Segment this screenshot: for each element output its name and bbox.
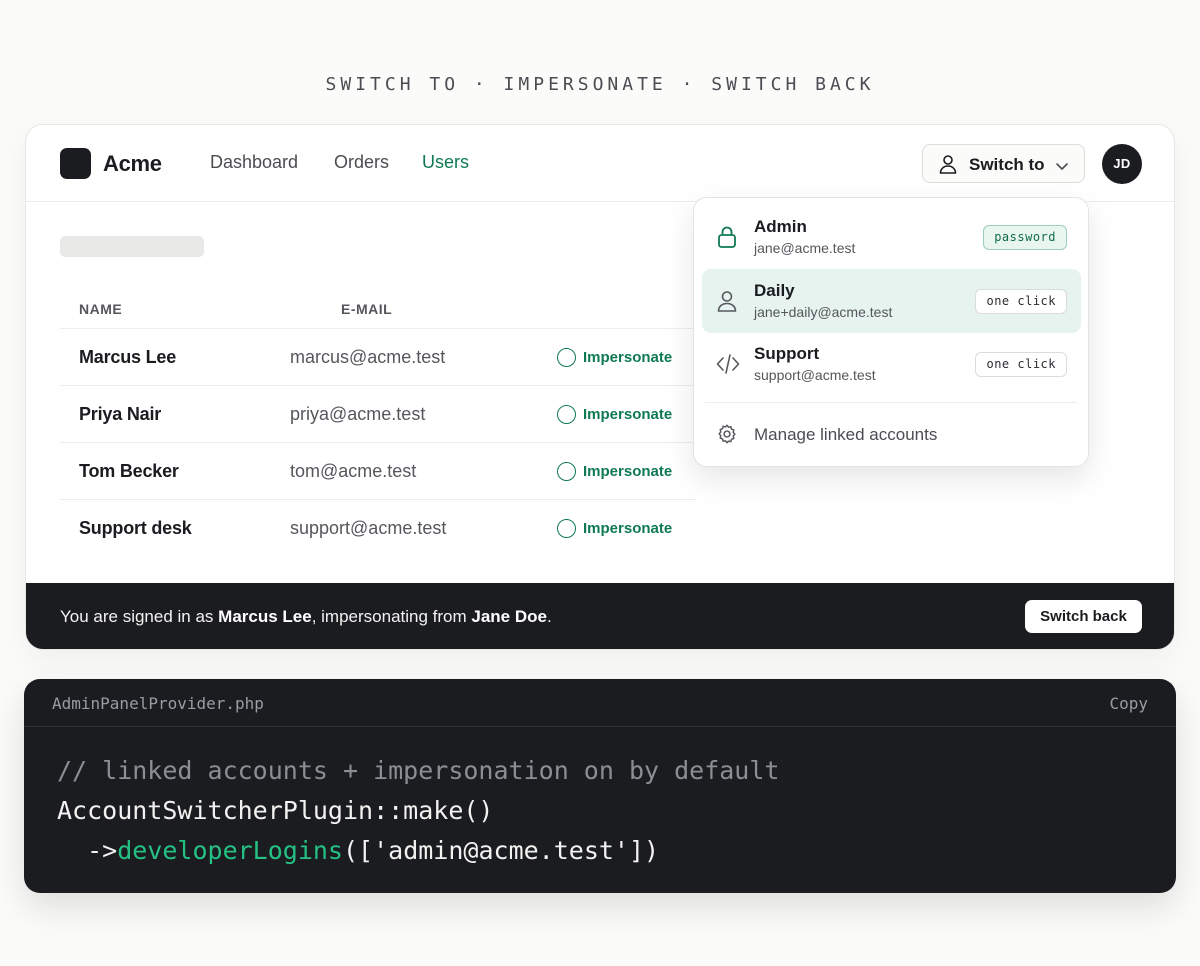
code-line-3: ->developerLogins(['admin@acme.test']) <box>57 831 779 871</box>
account-title: Admin <box>754 217 807 236</box>
banner-suffix: . <box>546 607 552 626</box>
code-icon <box>716 352 740 381</box>
top-navbar: Acme Dashboard Orders Users Switch to JD <box>26 125 1174 202</box>
code-line-1: // linked accounts + impersonation on by… <box>57 756 780 785</box>
code-filename: AdminPanelProvider.php <box>52 694 264 713</box>
account-title: Daily <box>754 281 795 300</box>
user-icon <box>716 289 738 318</box>
banner-prefix: You are signed in as <box>60 607 219 626</box>
user-name: Support desk <box>79 518 192 538</box>
user-email: tom@acme.test <box>290 461 417 481</box>
page-caption: SWITCH TO · IMPERSONATE · SWITCH BACK <box>325 74 875 95</box>
switch-to-dropdown: Admin jane@acme.test password Daily jane… <box>693 197 1089 467</box>
chevron-down-icon <box>1055 158 1069 176</box>
nav-orders[interactable]: Orders <box>334 152 389 173</box>
copy-button[interactable]: Copy <box>1109 694 1148 713</box>
code-arrow: -> <box>57 836 118 865</box>
circle-icon <box>557 462 576 481</box>
circle-icon <box>557 405 576 424</box>
code-header: AdminPanelProvider.php Copy <box>24 679 1176 727</box>
banner-origin: Jane Doe <box>471 607 547 626</box>
impersonate-label: Impersonate <box>583 520 673 537</box>
circle-icon <box>557 519 576 538</box>
skeleton-placeholder <box>60 236 204 257</box>
column-header-name: NAME <box>79 301 123 317</box>
user-email: priya@acme.test <box>290 404 426 424</box>
column-header-email: E-MAIL <box>341 301 393 317</box>
code-body: // linked accounts + impersonation on by… <box>57 751 779 871</box>
user-email: support@acme.test <box>290 518 447 538</box>
nav-dashboard[interactable]: Dashboard <box>210 152 298 173</box>
auth-badge: one click <box>975 352 1067 377</box>
gear-icon <box>716 423 738 450</box>
user-name: Tom Becker <box>79 461 179 481</box>
code-snippet: AdminPanelProvider.php Copy // linked ac… <box>24 679 1176 893</box>
brand-name: Acme <box>103 151 162 176</box>
table-row: Tom Becker tom@acme.test Impersonate <box>60 443 696 500</box>
account-title: Support <box>754 344 820 363</box>
account-item-admin[interactable]: Admin jane@acme.test password <box>702 205 1081 269</box>
user-icon <box>939 154 957 179</box>
impersonate-label: Impersonate <box>583 406 673 423</box>
auth-badge: password <box>983 225 1067 250</box>
user-email: marcus@acme.test <box>290 347 446 367</box>
user-name: Marcus Lee <box>79 347 177 367</box>
code-line-2: AccountSwitcherPlugin::make() <box>57 796 494 825</box>
table-row: Priya Nair priya@acme.test Impersonate <box>60 386 696 443</box>
switch-back-button[interactable]: Switch back <box>1025 600 1142 633</box>
table-row: Support desk support@acme.test Impersonate <box>60 500 696 557</box>
banner-text: You are signed in as Marcus Lee, imperso… <box>60 607 552 627</box>
users-table: NAME E-MAIL Marcus Lee marcus@acme.test Im… <box>60 285 696 557</box>
manage-label: Manage linked accounts <box>754 425 938 444</box>
table-row: Marcus Lee marcus@acme.test Impersonate <box>60 329 696 386</box>
account-item-support[interactable]: Support support@acme.test one click <box>702 332 1081 396</box>
account-email: jane+daily@acme.test <box>754 304 893 320</box>
switch-to-label: Switch to <box>969 155 1045 174</box>
account-email: jane@acme.test <box>754 240 856 256</box>
switch-to-button[interactable]: Switch to <box>922 144 1085 183</box>
avatar[interactable]: JD <box>1102 144 1142 184</box>
code-args: (['admin@acme.test']) <box>343 836 660 865</box>
auth-badge: one click <box>975 289 1067 314</box>
logo-icon <box>60 148 91 179</box>
impersonate-label: Impersonate <box>583 463 673 480</box>
user-name: Priya Nair <box>79 404 162 424</box>
dropdown-divider <box>705 402 1077 403</box>
impersonate-label: Impersonate <box>583 349 673 366</box>
account-email: support@acme.test <box>754 367 876 383</box>
circle-icon <box>557 348 576 367</box>
code-method: developerLogins <box>117 836 343 865</box>
account-item-daily[interactable]: Daily jane+daily@acme.test one click <box>702 269 1081 333</box>
banner-middle: , impersonating from <box>311 607 472 626</box>
manage-linked-accounts[interactable]: Manage linked accounts <box>702 414 1081 456</box>
lock-icon <box>716 225 738 254</box>
nav-users[interactable]: Users <box>422 152 469 173</box>
table-header: NAME E-MAIL <box>60 285 696 329</box>
impersonation-banner: You are signed in as Marcus Lee, imperso… <box>26 583 1174 649</box>
banner-user: Marcus Lee <box>218 607 312 626</box>
